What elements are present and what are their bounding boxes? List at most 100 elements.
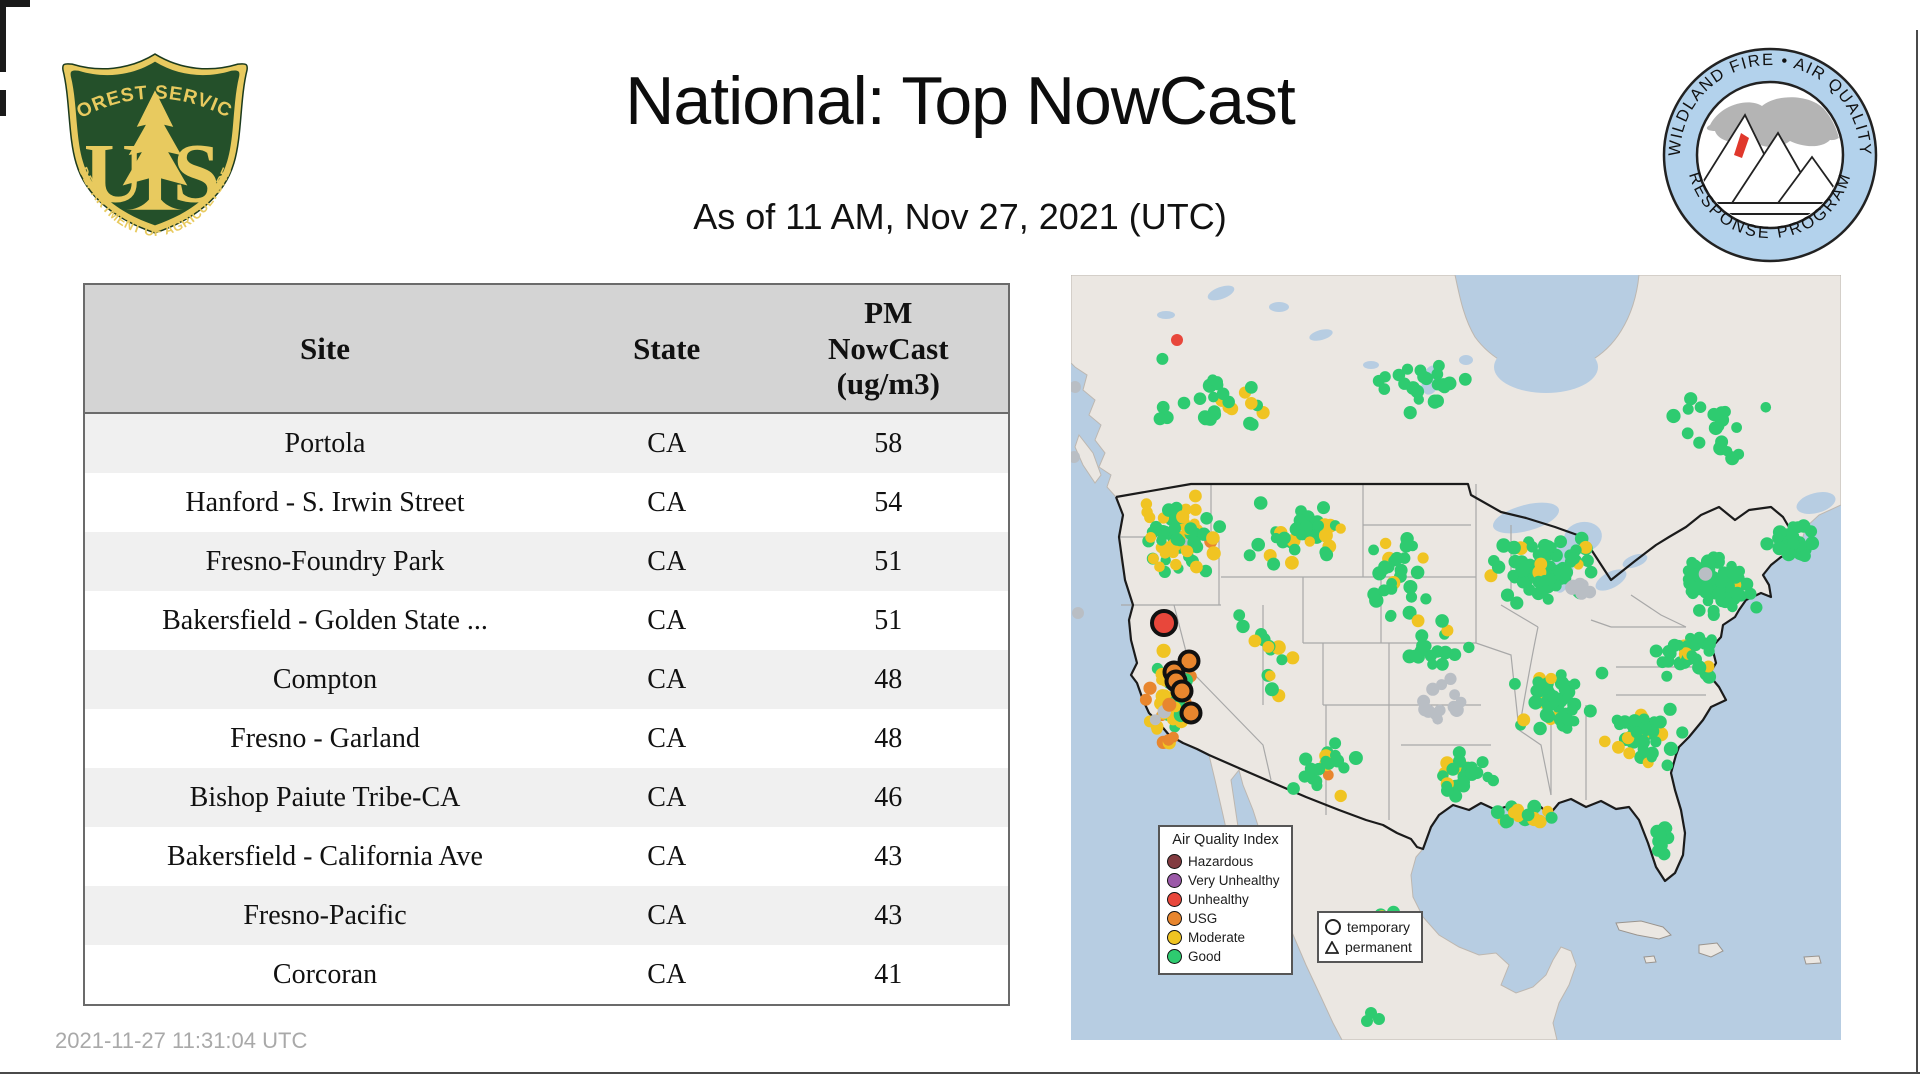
monitor-dot-green: [1676, 726, 1689, 739]
monitor-dot-gray: [1455, 696, 1467, 708]
table-row: Portola CA 58: [84, 413, 1009, 473]
monitor-dot-orange: [1139, 693, 1152, 706]
air-quality-map[interactable]: Air Quality Index Hazardous Very Unhealth…: [1071, 275, 1841, 1040]
monitor-dot-green: [1526, 541, 1538, 553]
monitor-dot-green: [1310, 775, 1323, 788]
cell-state: CA: [565, 532, 769, 591]
monitor-dot-green: [1253, 496, 1268, 510]
monitor-dot-green: [1537, 538, 1552, 553]
monitor-dot-yellow: [1335, 523, 1346, 534]
monitor-dot-green: [1385, 609, 1397, 621]
monitor-dot-green: [1700, 581, 1714, 595]
monitor-dot-green: [1521, 808, 1535, 822]
cell-site: Fresno-Pacific: [84, 886, 565, 945]
monitor-dot-green: [1663, 702, 1677, 716]
monitor-dot-yellow: [1245, 397, 1258, 410]
aqi-color-dot: [1167, 854, 1182, 869]
marker-type-legend: temporary permanent: [1317, 911, 1423, 963]
table-row: Fresno-Pacific CA 43: [84, 886, 1009, 945]
cell-state: CA: [565, 413, 769, 473]
monitor-dot-yellow: [1379, 537, 1392, 550]
monitor-dot-green: [1569, 678, 1581, 690]
header-site: Site: [84, 284, 565, 414]
cell-value: 41: [768, 945, 1009, 1005]
aqi-legend-label: Moderate: [1188, 930, 1246, 945]
monitor-dot-green: [1694, 401, 1707, 413]
aqi-legend-label: Hazardous: [1188, 854, 1254, 869]
monitor-dot-green: [1562, 692, 1573, 704]
header-pm-nowcast: PM NowCast (ug/m3): [768, 284, 1009, 414]
monitor-dot-yellow: [1159, 547, 1171, 559]
monitor-dot-yellow: [1517, 713, 1531, 727]
monitor-dot-gray: [1698, 567, 1713, 581]
top-site-marker[interactable]: [1170, 679, 1194, 703]
aqi-legend-label: USG: [1188, 911, 1218, 926]
top-site-marker[interactable]: [1179, 701, 1203, 725]
monitor-dot-green: [1787, 537, 1800, 550]
monitor-dot-yellow: [1156, 643, 1171, 658]
monitor-dot-green: [1177, 396, 1191, 410]
monitor-dot-green: [1684, 392, 1698, 406]
monitor-dot-yellow: [1623, 747, 1636, 760]
monitor-dot-yellow: [1206, 546, 1221, 561]
page-title: National: Top NowCast: [625, 63, 1295, 139]
monitor-dot-green: [1655, 829, 1667, 841]
monitor-dot-gray: [1072, 607, 1084, 619]
page-subtitle: As of 11 AM, Nov 27, 2021 (UTC): [693, 196, 1227, 237]
monitor-dot-green: [1236, 619, 1250, 634]
cell-value: 46: [768, 768, 1009, 827]
monitor-dot-yellow: [1334, 789, 1347, 803]
monitor-dot-green: [1405, 591, 1418, 603]
aqi-legend-label: Very Unhealthy: [1188, 873, 1280, 888]
monitor-dot-green: [1545, 811, 1558, 824]
monitor-dot-green: [1394, 563, 1408, 577]
table-row: Corcoran CA 41: [84, 945, 1009, 1005]
monitor-dot-green: [1329, 737, 1342, 750]
monitor-dot-orange: [1162, 697, 1177, 712]
monitor-dot-green: [1392, 368, 1406, 382]
monitor-dot-green: [1772, 541, 1787, 556]
monitor-dot-yellow: [1417, 552, 1429, 564]
monitor-dot-green: [1500, 588, 1515, 602]
cell-site: Fresno - Garland: [84, 709, 565, 768]
cell-state: CA: [565, 709, 769, 768]
monitor-dot-green: [1649, 644, 1663, 658]
monitor-dot-green: [1386, 578, 1397, 589]
puerto-rico: [1803, 955, 1822, 965]
monitor-dot-green: [1583, 704, 1597, 718]
monitor-dot-yellow: [1181, 545, 1194, 558]
frame-right: [1916, 30, 1918, 1074]
nowcast-table-body: Portola CA 58 Hanford - S. Irwin Street CA 54…: [84, 413, 1009, 1005]
monitor-dot-green: [1264, 682, 1279, 697]
permanent-label: permanent: [1345, 939, 1412, 955]
monitor-dot-green: [1595, 666, 1609, 680]
monitor-dot-green: [1688, 568, 1700, 579]
monitor-dot-yellow: [1545, 672, 1557, 685]
wfaqrp-logo: WILDLAND FIRE • AIR QUALITY RESPONSE PRO…: [1662, 47, 1878, 263]
monitor-dot-green: [1663, 741, 1678, 756]
monitor-dot-green: [1541, 709, 1556, 723]
aqi-legend-items: Hazardous Very Unhealthy Unhealthy USG Moder…: [1167, 852, 1284, 966]
monitor-dot-green: [1413, 394, 1424, 405]
monitor-dot-green: [1276, 654, 1288, 666]
table-row: Bakersfield - Golden State ... CA 51: [84, 591, 1009, 650]
monitor-dot-green: [1614, 719, 1625, 731]
aqi-legend-item: Good: [1167, 947, 1284, 966]
top-site-marker[interactable]: [1150, 609, 1178, 637]
monitor-dot-green: [1561, 713, 1574, 726]
monitor-dot-yellow: [1189, 503, 1202, 516]
monitor-dot-green: [1703, 645, 1715, 657]
monitor-dot-green: [1401, 537, 1414, 551]
monitor-dot-yellow: [1189, 489, 1202, 503]
table-row: Fresno - Garland CA 48: [84, 709, 1009, 768]
monitor-dot-green: [1420, 593, 1432, 605]
monitor-dot-green: [1156, 352, 1169, 365]
aqi-color-dot: [1167, 911, 1182, 926]
cell-value: 43: [768, 827, 1009, 886]
monitor-dot-yellow: [1508, 806, 1520, 819]
monitor-dot-green: [1487, 774, 1499, 787]
cell-state: CA: [565, 886, 769, 945]
temporary-label: temporary: [1347, 919, 1411, 935]
aqi-legend-label: Unhealthy: [1188, 892, 1249, 907]
table-row: Compton CA 48: [84, 650, 1009, 709]
